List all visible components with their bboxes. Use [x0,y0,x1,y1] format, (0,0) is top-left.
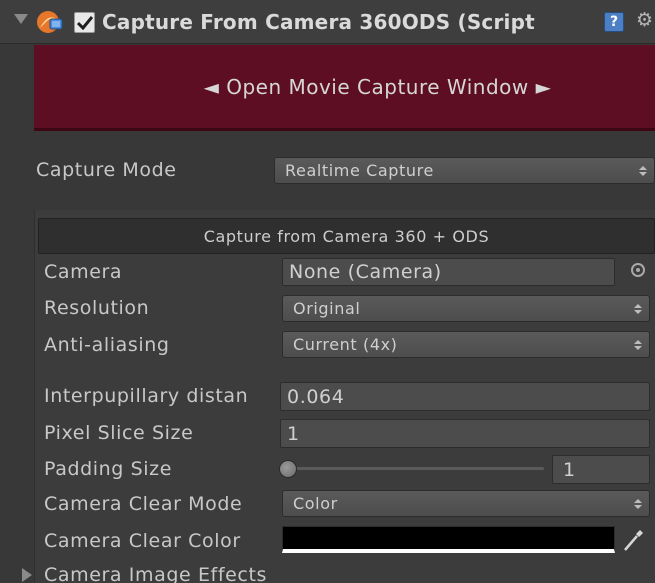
dropdown-arrows-icon [634,339,642,350]
interpupillary-label: Interpupillary distan [44,385,249,407]
resolution-dropdown[interactable]: Original [282,295,650,322]
open-movie-capture-window-label: ◄ Open Movie Capture Window ► [203,74,552,99]
gear-icon[interactable]: ⚙ [636,10,653,30]
interpupillary-value: 0.064 [287,385,345,408]
dropdown-arrows-icon [639,165,647,176]
padding-slider-thumb[interactable] [279,460,297,478]
foldout-arrow-icon[interactable] [14,14,28,24]
dropdown-arrows-icon [634,498,642,509]
open-movie-capture-window-button[interactable]: ◄ Open Movie Capture Window ► [34,45,655,131]
capture-mode-label: Capture Mode [36,159,177,181]
section-title: Capture from Camera 360 + ODS [203,226,490,246]
clear-color-label: Camera Clear Color [44,530,241,552]
interpupillary-field[interactable]: 0.064 [280,382,650,411]
script-icon [34,8,64,36]
checkmark-icon [76,15,93,30]
clear-mode-value: Color [293,494,338,513]
anti-aliasing-dropdown[interactable]: Current (4x) [282,331,650,358]
capture-mode-value: Realtime Capture [285,161,434,180]
capture-mode-dropdown[interactable]: Realtime Capture [274,157,655,184]
anti-aliasing-value: Current (4x) [293,335,398,354]
pixel-slice-field[interactable]: 1 [280,419,650,448]
section-header: Capture from Camera 360 + ODS [38,218,655,254]
foldout-collapsed-icon[interactable] [22,568,32,582]
enabled-checkbox[interactable] [74,12,95,33]
padding-size-label: Padding Size [44,458,172,480]
pixel-slice-label: Pixel Slice Size [44,422,194,444]
help-icon[interactable]: ? [604,12,624,32]
camera-object-field[interactable]: None (Camera) [282,258,615,286]
clear-mode-label: Camera Clear Mode [44,493,243,515]
dropdown-arrows-icon [634,303,642,314]
camera-value: None (Camera) [289,261,442,283]
padding-size-value: 1 [563,458,576,481]
eyedropper-icon[interactable] [622,527,646,553]
pixel-slice-value: 1 [287,422,300,445]
object-picker-icon[interactable] [631,263,645,277]
anti-aliasing-label: Anti-aliasing [44,334,170,356]
clear-color-swatch[interactable] [282,526,615,553]
resolution-label: Resolution [44,297,150,319]
resolution-value: Original [293,299,361,318]
camera-label: Camera [44,261,123,283]
clear-mode-dropdown[interactable]: Color [282,490,650,517]
padding-size-field[interactable]: 1 [552,455,650,484]
padding-slider-track[interactable] [287,467,544,470]
image-effects-foldout-label[interactable]: Camera Image Effects [44,564,267,583]
component-title: Capture From Camera 360ODS (Script [102,10,535,34]
